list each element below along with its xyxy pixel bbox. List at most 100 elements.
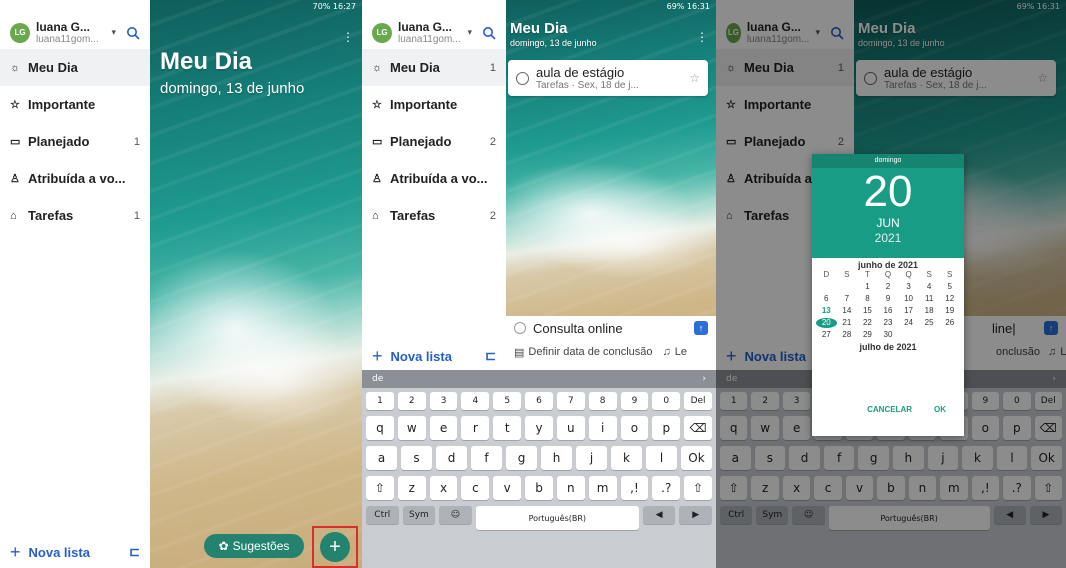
calendar-day[interactable]: 19	[939, 306, 960, 316]
sidebar-item-tarefas[interactable]: ⌂ Tarefas 2	[362, 197, 506, 234]
keyboard-key[interactable]: ☺	[439, 506, 472, 524]
chevron-right-icon[interactable]: ›	[702, 374, 706, 384]
calendar-day[interactable]: 2	[878, 282, 899, 292]
keyboard-key[interactable]: m	[588, 476, 617, 500]
calendar-day[interactable]: 3	[898, 282, 919, 292]
calendar-day[interactable]: 16	[878, 306, 899, 316]
bell-icon[interactable]: ♫	[663, 346, 671, 358]
keyboard-key[interactable]: v	[493, 476, 522, 500]
keyboard-key[interactable]: h	[541, 446, 572, 470]
space-key[interactable]: Português(BR)	[475, 506, 639, 530]
calendar-day[interactable]: 28	[837, 330, 858, 340]
new-list-button[interactable]: + Nova lista ⊏	[362, 344, 506, 368]
calendar-day[interactable]: 30	[878, 330, 899, 340]
keyboard-key[interactable]: ,!	[620, 476, 649, 500]
keyboard-key[interactable]: i	[588, 416, 617, 440]
keyboard-key[interactable]: k	[611, 446, 642, 470]
keyboard-key[interactable]: Sym	[402, 506, 436, 524]
keyboard-key[interactable]: ⇧	[684, 476, 712, 500]
new-group-icon[interactable]: ⊏	[485, 348, 496, 364]
send-icon[interactable]: ↑	[694, 321, 708, 335]
complete-task-checkbox[interactable]	[516, 71, 529, 85]
calendar-day[interactable]: 27	[816, 330, 837, 340]
keyboard-key[interactable]: x	[429, 476, 458, 500]
keyboard-key[interactable]: 7	[556, 392, 585, 410]
keyboard-key[interactable]: Del	[684, 392, 712, 410]
keyboard-key[interactable]: r	[461, 416, 490, 440]
keyboard-key[interactable]: c	[461, 476, 490, 500]
calendar-day[interactable]: 17	[898, 306, 919, 316]
sidebar-item-importante[interactable]: ☆ Importante	[362, 86, 506, 123]
account-switcher[interactable]: LG luana G... luana11gom... ▾	[0, 14, 150, 49]
calendar-day[interactable]: 13	[816, 306, 837, 316]
keyboard-key[interactable]: ◀	[642, 506, 676, 524]
keyboard-key[interactable]: b	[525, 476, 553, 500]
keyboard-suggestion[interactable]: de	[372, 374, 383, 384]
keyboard-key[interactable]: Ok	[681, 446, 712, 470]
keyboard-key[interactable]: 6	[525, 392, 553, 410]
calendar-day[interactable]: 1	[857, 282, 878, 292]
sidebar-item-importante[interactable]: ☆ Importante	[0, 86, 150, 123]
keyboard-key[interactable]: u	[556, 416, 585, 440]
chevron-down-icon[interactable]: ▾	[467, 27, 472, 38]
keyboard-key[interactable]: w	[397, 416, 426, 440]
cancel-button[interactable]: CANCELAR	[867, 405, 912, 414]
keyboard-key[interactable]: 4	[461, 392, 490, 410]
keyboard-key[interactable]: 8	[588, 392, 617, 410]
calendar-day[interactable]: 6	[816, 294, 837, 304]
keyboard-key[interactable]: s	[401, 446, 432, 470]
task-item[interactable]: aula de estágio Tarefas · Sex, 18 de j..…	[508, 60, 708, 96]
suggestions-button[interactable]: ✿ Sugestões	[204, 534, 304, 558]
add-task-button[interactable]: +	[320, 532, 350, 562]
calendar-day[interactable]: 24	[898, 318, 919, 328]
keyboard-key[interactable]: ▶	[679, 506, 712, 524]
calendar-day[interactable]: 23	[878, 318, 899, 328]
new-group-icon[interactable]: ⊏	[129, 544, 140, 560]
due-date-option[interactable]: ▤ Definir data de conclusão ♫ Le	[506, 340, 716, 364]
keyboard-key[interactable]: z	[397, 476, 426, 500]
sidebar-item-tarefas[interactable]: ⌂ Tarefas 1	[0, 197, 150, 234]
calendar-day[interactable]: 14	[837, 306, 858, 316]
search-icon[interactable]	[126, 26, 140, 40]
calendar-day[interactable]: 11	[919, 294, 940, 304]
keyboard-key[interactable]: Ctrl	[366, 506, 399, 524]
keyboard-key[interactable]: ⌫	[684, 416, 712, 440]
account-switcher[interactable]: LG luana G... luana11gom... ▾	[362, 14, 506, 49]
keyboard-key[interactable]: g	[506, 446, 537, 470]
keyboard-key[interactable]: ⇧	[366, 476, 394, 500]
sidebar-item-planejado[interactable]: ▭ Planejado 1	[0, 123, 150, 160]
search-icon[interactable]	[482, 26, 496, 40]
sidebar-item-atribuda[interactable]: ♙ Atribuída a vo...	[0, 160, 150, 197]
calendar-day[interactable]: 21	[837, 318, 858, 328]
sidebar-item-atribuda[interactable]: ♙ Atribuída a vo...	[362, 160, 506, 197]
new-list-button[interactable]: + Nova lista ⊏	[0, 538, 150, 566]
calendar-day[interactable]: 10	[898, 294, 919, 304]
new-task-input[interactable]: Consulta online ↑	[506, 316, 716, 340]
keyboard-key[interactable]: t	[493, 416, 522, 440]
keyboard-key[interactable]: .?	[652, 476, 681, 500]
ok-button[interactable]: OK	[934, 405, 946, 414]
sidebar-item-meu[interactable]: ☼ Meu Dia	[0, 49, 150, 86]
calendar-day[interactable]: 26	[939, 318, 960, 328]
calendar-day[interactable]: 9	[878, 294, 899, 304]
sidebar-item-planejado[interactable]: ▭ Planejado 2	[362, 123, 506, 160]
keyboard-key[interactable]: l	[646, 446, 677, 470]
calendar-day[interactable]: 4	[919, 282, 940, 292]
keyboard-key[interactable]: 5	[493, 392, 522, 410]
calendar-day[interactable]: 15	[857, 306, 878, 316]
chevron-down-icon[interactable]: ▾	[111, 27, 116, 38]
keyboard-key[interactable]: 2	[397, 392, 426, 410]
keyboard-key[interactable]: 0	[652, 392, 681, 410]
sidebar-item-meu[interactable]: ☼ Meu Dia 1	[362, 49, 506, 86]
keyboard-key[interactable]: p	[652, 416, 681, 440]
keyboard-key[interactable]: 3	[429, 392, 458, 410]
keyboard-key[interactable]: q	[366, 416, 394, 440]
keyboard-key[interactable]: o	[620, 416, 649, 440]
calendar-day[interactable]: 22	[857, 318, 878, 328]
keyboard-key[interactable]: 9	[620, 392, 649, 410]
calendar-day[interactable]: 7	[837, 294, 858, 304]
calendar-day[interactable]: 12	[939, 294, 960, 304]
calendar-day[interactable]: 29	[857, 330, 878, 340]
keyboard-key[interactable]: d	[436, 446, 467, 470]
calendar-day[interactable]: 8	[857, 294, 878, 304]
